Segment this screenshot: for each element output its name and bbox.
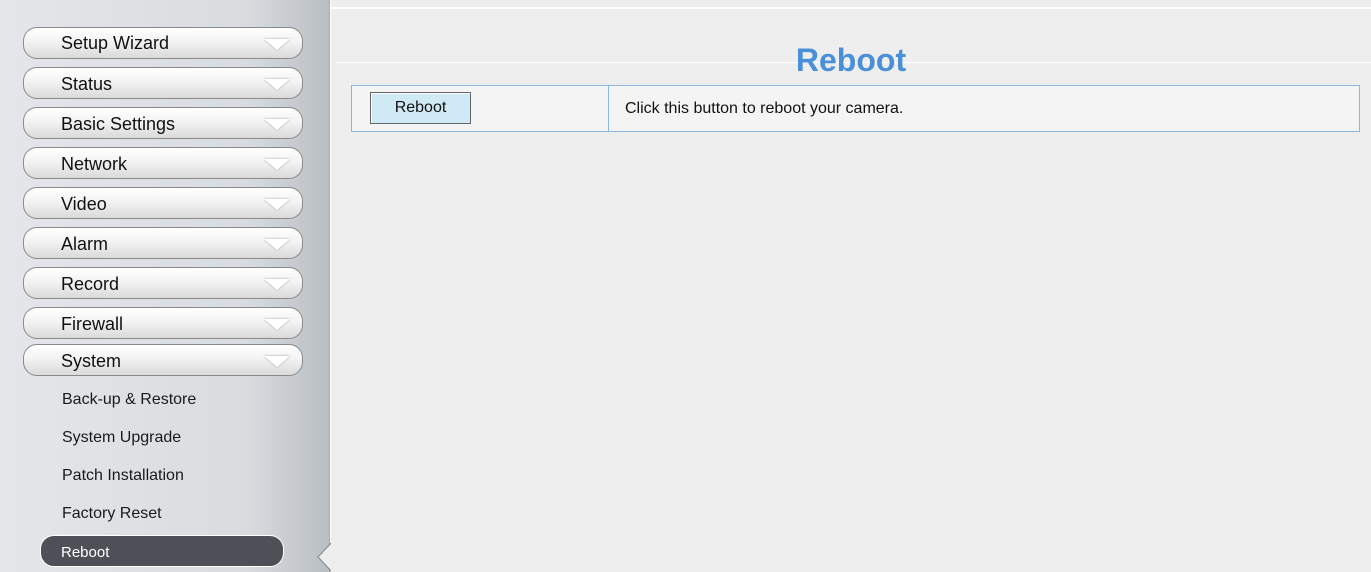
sidebar-nav: Setup Wizard Status Basic Settings Netwo… (0, 0, 332, 572)
chevron-down-icon (264, 119, 290, 130)
caret-left-icon (317, 542, 332, 572)
submenu-reboot-active[interactable]: Reboot (40, 535, 284, 567)
submenu-system-upgrade[interactable]: System Upgrade (62, 429, 181, 447)
chevron-down-icon (264, 279, 290, 290)
menu-label: Status (61, 74, 113, 94)
menu-label: Video (61, 194, 107, 214)
menu-firewall[interactable]: Firewall (23, 307, 303, 339)
menu-label: Record (61, 274, 120, 294)
chevron-down-icon (264, 39, 290, 50)
submenu-backup-restore[interactable]: Back-up & Restore (62, 391, 196, 409)
page-title: Reboot (795, 42, 907, 78)
menu-status[interactable]: Status (23, 67, 303, 99)
menu-label: Network (61, 154, 128, 174)
menu-basic-settings[interactable]: Basic Settings (23, 107, 303, 139)
menu-video[interactable]: Video (23, 187, 303, 219)
menu-record[interactable]: Record (23, 267, 303, 299)
reboot-table-row: Reboot Click this button to reboot your … (351, 85, 1360, 132)
menu-network[interactable]: Network (23, 147, 303, 179)
menu-label: System (61, 351, 122, 371)
divider (331, 7, 1371, 9)
reboot-button[interactable]: Reboot (370, 92, 471, 124)
menu-setup-wizard[interactable]: Setup Wizard (23, 27, 303, 59)
chevron-down-icon (264, 199, 290, 210)
menu-label: Alarm (61, 234, 109, 254)
menu-label: Setup Wizard (61, 33, 170, 53)
submenu-factory-reset[interactable]: Factory Reset (62, 505, 162, 523)
menu-label: Basic Settings (61, 114, 176, 134)
submenu-reboot-label: Reboot (61, 544, 110, 561)
menu-alarm[interactable]: Alarm (23, 227, 303, 259)
chevron-down-icon (264, 159, 290, 170)
chevron-down-icon (264, 79, 290, 90)
menu-label: Firewall (61, 314, 124, 334)
content-area: Reboot Reboot Click this button to reboo… (331, 0, 1371, 572)
submenu-patch-installation[interactable]: Patch Installation (62, 467, 184, 485)
menu-system[interactable]: System (23, 344, 303, 376)
divider (608, 86, 609, 131)
chevron-down-icon (264, 319, 290, 330)
chevron-down-icon (264, 239, 290, 250)
reboot-description: Click this button to reboot your camera. (625, 100, 904, 117)
chevron-down-icon (264, 356, 290, 367)
